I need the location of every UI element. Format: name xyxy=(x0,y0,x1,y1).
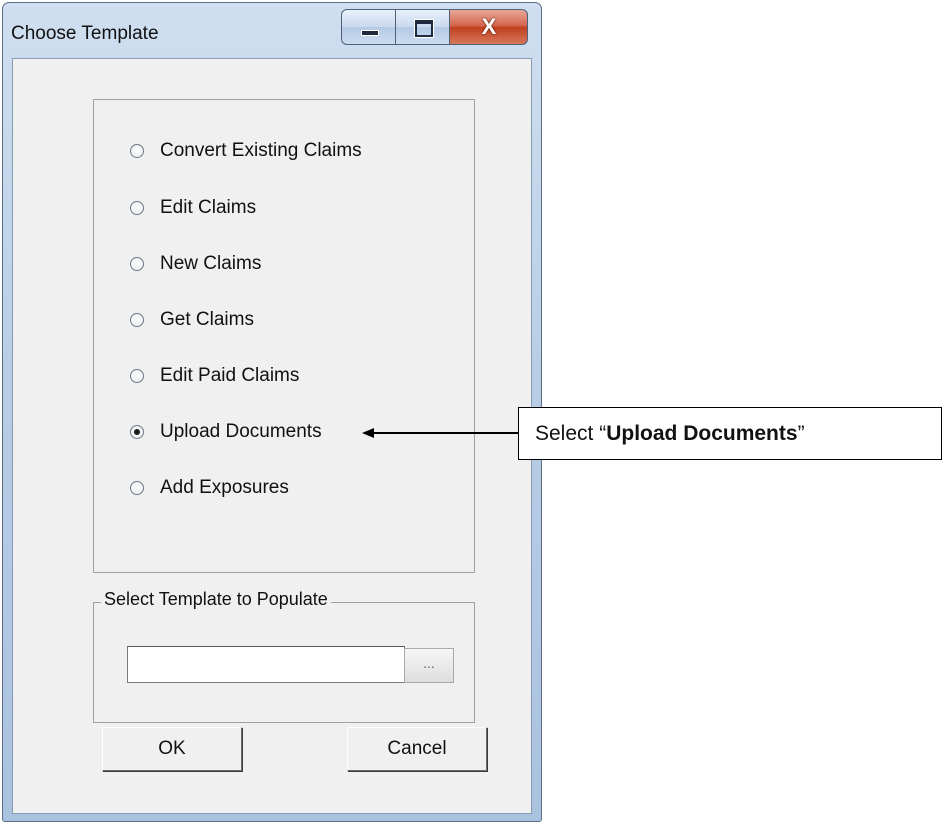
minimize-icon xyxy=(361,30,379,36)
radio-label: New Claims xyxy=(160,253,262,274)
browse-button[interactable]: ... xyxy=(404,648,454,683)
ok-button[interactable]: OK xyxy=(102,727,242,771)
radio-label: Get Claims xyxy=(160,309,254,330)
radio-label: Convert Existing Claims xyxy=(160,140,362,161)
callout-emphasis: Upload Documents xyxy=(606,422,798,445)
maximize-icon xyxy=(415,20,433,37)
select-template-group: Select Template to Populate ... xyxy=(93,589,475,723)
radio-option-edit-claims[interactable]: Edit Claims xyxy=(130,196,256,220)
callout-suffix: ” xyxy=(797,422,805,445)
callout-arrow-icon xyxy=(362,428,518,438)
radio-button[interactable] xyxy=(130,144,144,158)
minimize-button[interactable] xyxy=(341,9,396,45)
radio-option-add-exposures[interactable]: Add Exposures xyxy=(130,476,289,500)
cancel-button[interactable]: Cancel xyxy=(347,727,487,771)
radio-button[interactable] xyxy=(130,257,144,271)
close-icon: X xyxy=(481,14,497,39)
callout-prefix: Select “ xyxy=(535,422,607,445)
caption-buttons: X xyxy=(341,9,528,47)
radio-label: Edit Paid Claims xyxy=(160,365,300,386)
instruction-callout: Select “Upload Documents” xyxy=(518,407,942,460)
choose-template-window: Choose Template X Convert Existing Claim… xyxy=(2,2,542,822)
radio-button[interactable] xyxy=(130,481,144,495)
radio-label: Edit Claims xyxy=(160,197,257,218)
radio-label: Add Exposures xyxy=(160,477,289,498)
radio-button-selected[interactable] xyxy=(130,425,144,439)
maximize-button[interactable] xyxy=(396,9,450,45)
radio-label: Upload Documents xyxy=(160,421,322,442)
radio-option-new-claims[interactable]: New Claims xyxy=(130,252,261,276)
radio-option-convert-existing-claims[interactable]: Convert Existing Claims xyxy=(130,139,362,163)
template-path-input[interactable] xyxy=(127,646,405,683)
close-button[interactable]: X xyxy=(450,9,528,45)
radio-option-edit-paid-claims[interactable]: Edit Paid Claims xyxy=(130,364,299,388)
template-type-group: Convert Existing Claims Edit Claims New … xyxy=(93,99,475,573)
radio-button[interactable] xyxy=(130,201,144,215)
group-legend: Select Template to Populate xyxy=(101,589,331,610)
radio-button[interactable] xyxy=(130,369,144,383)
window-title: Choose Template xyxy=(11,23,159,44)
radio-button[interactable] xyxy=(130,313,144,327)
radio-option-get-claims[interactable]: Get Claims xyxy=(130,308,254,332)
radio-option-upload-documents[interactable]: Upload Documents xyxy=(130,420,322,444)
